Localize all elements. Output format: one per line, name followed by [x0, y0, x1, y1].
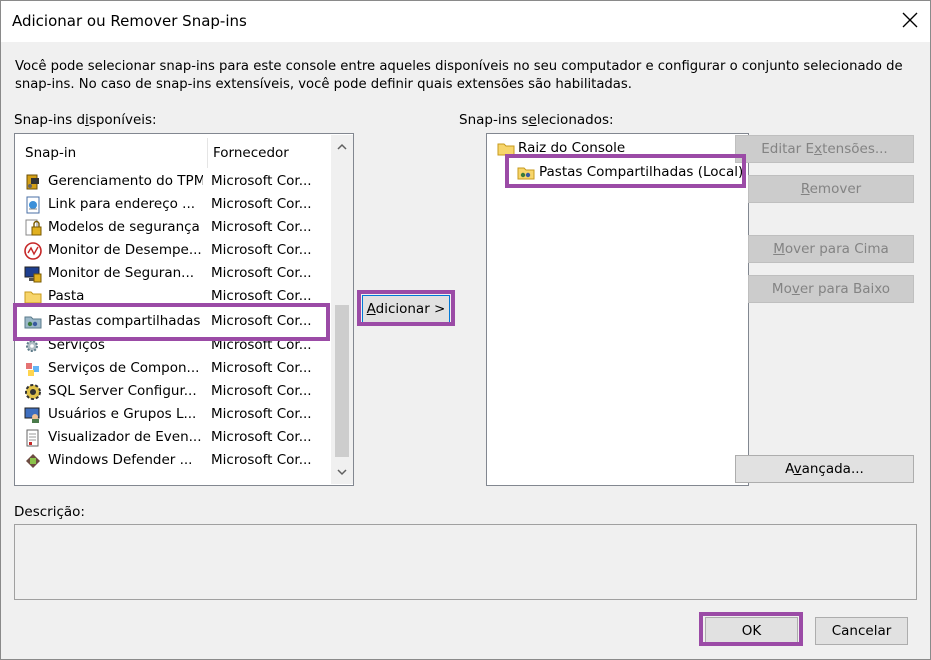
column-headers: Snap-in Fornecedor: [20, 138, 330, 168]
close-button[interactable]: [895, 5, 925, 35]
dialog-title: Adicionar ou Remover Snap-ins: [12, 12, 247, 30]
list-item[interactable]: Pasta Microsoft Cor...: [20, 285, 332, 308]
ok-button[interactable]: OK: [705, 617, 798, 645]
remove-button[interactable]: Remover: [748, 175, 914, 203]
description-label: Descrição:: [14, 504, 85, 520]
list-item-selected[interactable]: Pastas compartilhadas Microsoft Cor...: [20, 310, 332, 333]
list-item[interactable]: Serviços de Compon... Microsoft Cor...: [20, 357, 332, 380]
link-icon: [24, 196, 42, 214]
scroll-thumb[interactable]: [335, 305, 349, 457]
users-groups-icon: [24, 406, 42, 424]
available-snapins-label: Snap-ins disponíveis:: [14, 112, 157, 128]
services-icon: [24, 337, 42, 355]
advanced-button[interactable]: Avançada...: [735, 455, 914, 483]
shared-folders-icon: [24, 313, 42, 331]
tree-item-console-root[interactable]: Raiz do Console: [495, 138, 735, 160]
list-item[interactable]: Serviços Microsoft Cor...: [20, 334, 332, 357]
list-item[interactable]: Monitor de Desempe... Microsoft Cor...: [20, 239, 332, 262]
chevron-down-icon: [337, 469, 347, 476]
available-snapins-list[interactable]: Snap-in Fornecedor Gerenciamento do TPM …: [14, 133, 354, 486]
list-item[interactable]: Windows Defender ... Microsoft Cor...: [20, 449, 332, 472]
selected-snapins-label: Snap-ins selecionados:: [459, 112, 614, 128]
scroll-down-button[interactable]: [331, 460, 353, 484]
title-bar: Adicionar ou Remover Snap-ins: [1, 1, 930, 41]
intro-line-1: Você pode selecionar snap-ins para este …: [15, 59, 903, 74]
security-template-icon: [24, 219, 42, 237]
column-header-vendor[interactable]: Fornecedor: [207, 138, 328, 168]
folder-icon: [24, 288, 42, 306]
column-header-snapin[interactable]: Snap-in: [25, 138, 205, 168]
performance-monitor-icon: [24, 242, 42, 260]
selected-snapins-tree[interactable]: Raiz do Console Pastas Compartilhadas (L…: [486, 133, 749, 486]
list-item[interactable]: SQL Server Configur... Microsoft Cor...: [20, 380, 332, 403]
tpm-icon: [24, 173, 42, 191]
chevron-up-icon: [337, 143, 347, 150]
list-item[interactable]: Visualizador de Even... Microsoft Cor...: [20, 426, 332, 449]
move-down-button[interactable]: Mover para Baixo: [748, 275, 914, 303]
sql-config-icon: [24, 383, 42, 401]
edit-extensions-button[interactable]: Editar Extensões...: [735, 135, 914, 163]
list-item[interactable]: Monitor de Seguran... Microsoft Cor...: [20, 262, 332, 285]
add-button[interactable]: Adicionar >: [362, 295, 450, 323]
security-monitor-icon: [24, 265, 42, 283]
scroll-up-button[interactable]: [331, 135, 353, 159]
close-icon: [902, 12, 918, 28]
list-item[interactable]: Usuários e Grupos L... Microsoft Cor...: [20, 403, 332, 426]
intro-line-2: snap-ins. No caso de snap-ins extensívei…: [15, 77, 632, 92]
list-item[interactable]: Gerenciamento do TPM Microsoft Cor...: [20, 170, 332, 193]
list-item[interactable]: Modelos de segurança Microsoft Cor...: [20, 216, 332, 239]
event-viewer-icon: [24, 429, 42, 447]
description-box: [14, 524, 917, 600]
move-up-button[interactable]: Mover para Cima: [748, 235, 914, 263]
folder-icon: [497, 140, 515, 162]
tree-item-shared-folders-local[interactable]: Pastas Compartilhadas (Local): [515, 162, 745, 184]
intro-text: Você pode selecionar snap-ins para este …: [15, 58, 915, 94]
shared-folders-icon: [517, 164, 535, 186]
list-item[interactable]: Link para endereço ... Microsoft Cor...: [20, 193, 332, 216]
defender-icon: [24, 452, 42, 470]
vertical-scrollbar[interactable]: [331, 135, 353, 484]
component-services-icon: [24, 360, 42, 378]
cancel-button[interactable]: Cancelar: [815, 617, 908, 645]
